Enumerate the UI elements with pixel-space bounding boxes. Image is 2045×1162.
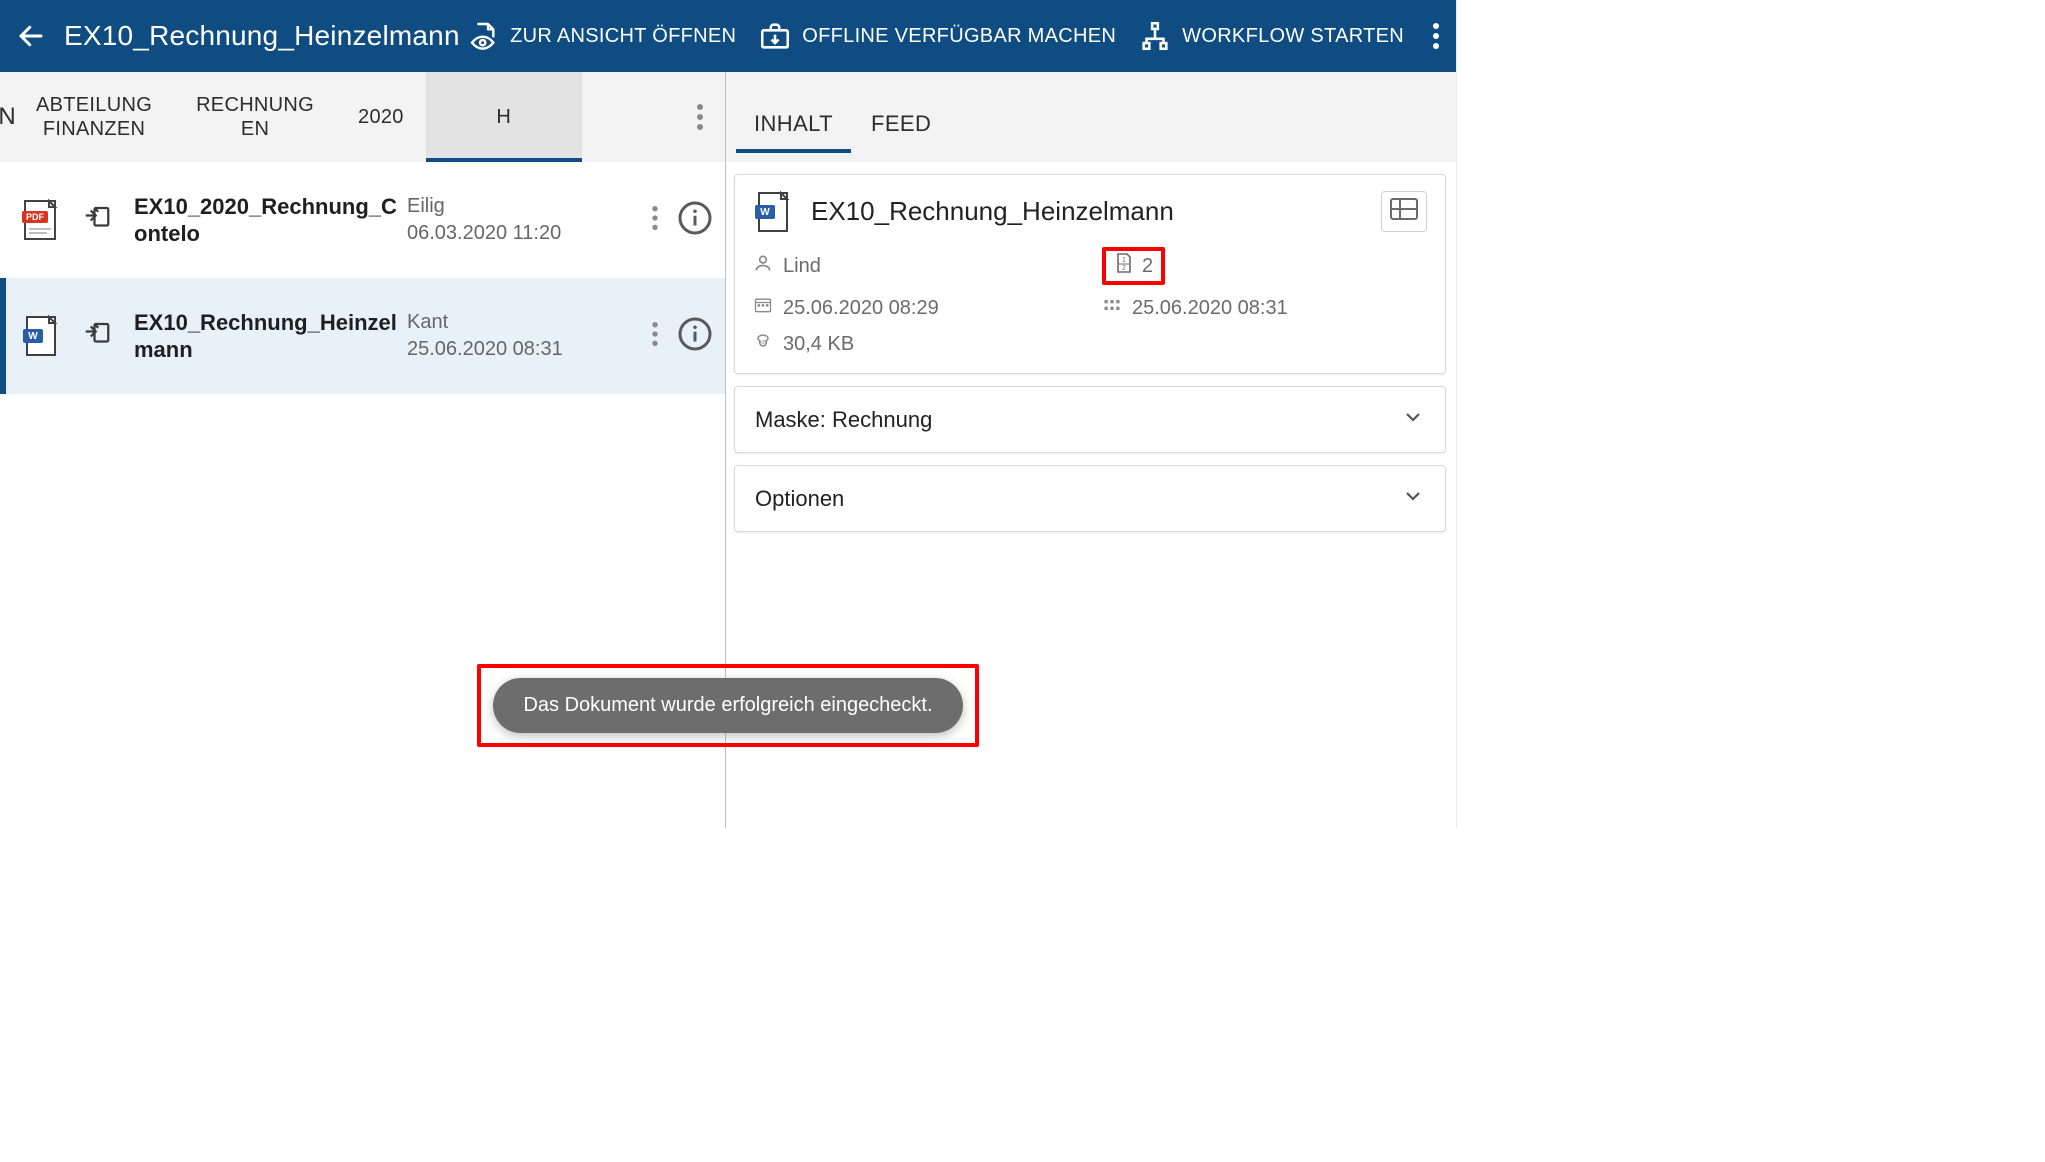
- detail-version-value: 2: [1142, 255, 1153, 278]
- detail-title: EX10_Rechnung_Heinzelmann: [811, 196, 1174, 227]
- breadcrumb-overflow-icon[interactable]: [675, 102, 725, 132]
- form-view-toggle-icon[interactable]: [1381, 191, 1427, 232]
- list-item[interactable]: W EX10_Rechnung_Heinzelmann Kant 25.06.2…: [0, 278, 725, 394]
- file-name: EX10_Rechnung_Heinzelmann: [134, 309, 399, 364]
- open-in-icon: [82, 203, 116, 238]
- breadcrumb-item-h[interactable]: H: [426, 72, 582, 162]
- breadcrumb-item-abteilung-finanzen[interactable]: ABTEILUNG FINANZEN: [14, 72, 174, 162]
- row-overflow-icon[interactable]: [651, 320, 659, 353]
- detail-modified: 25.06.2020 08:31: [1102, 295, 1427, 321]
- breadcrumb-bar: N ABTEILUNG FINANZEN RECHNUNG EN 2020 H: [0, 72, 725, 162]
- chevron-down-icon: [1401, 405, 1425, 434]
- detail-version: 12 2: [1102, 247, 1427, 285]
- version-icon: 12: [1114, 253, 1134, 279]
- app-root: EX10_Rechnung_Heinzelmann ZUR ANSICHT ÖF…: [0, 0, 1457, 828]
- size-icon: KB: [753, 331, 773, 357]
- accordion-label: Maske: Rechnung: [755, 407, 932, 433]
- overflow-menu-icon[interactable]: [1432, 21, 1440, 51]
- file-user: Eilig: [407, 193, 587, 220]
- file-list: PDF EX10_2020_Rechnung_Contelo Eilig 06.…: [0, 162, 725, 394]
- svg-text:2: 2: [1122, 265, 1126, 272]
- tab-feed[interactable]: FEED: [865, 81, 937, 153]
- svg-text:PDF: PDF: [26, 212, 45, 222]
- svg-text:1: 1: [1122, 257, 1126, 264]
- breadcrumb-item-2020[interactable]: 2020: [336, 72, 426, 162]
- detail-tabs: INHALT FEED: [726, 72, 1456, 162]
- open-in-icon: [82, 319, 116, 354]
- user-icon: [753, 253, 773, 279]
- app-topbar: EX10_Rechnung_Heinzelmann ZUR ANSICHT ÖF…: [0, 0, 1456, 72]
- list-item[interactable]: PDF EX10_2020_Rechnung_Contelo Eilig 06.…: [0, 162, 725, 278]
- tab-inhalt[interactable]: INHALT: [748, 81, 839, 153]
- detail-created: 25.06.2020 08:29: [753, 295, 1078, 321]
- svg-text:W: W: [760, 207, 770, 218]
- breadcrumb-edge-left[interactable]: N: [0, 72, 14, 162]
- breadcrumb-label: 2020: [358, 106, 404, 129]
- version-highlight: 12 2: [1102, 247, 1165, 285]
- word-file-icon: W: [18, 313, 64, 359]
- detail-size: KB 30,4 KB: [753, 331, 1078, 357]
- topbar-left: EX10_Rechnung_Heinzelmann: [16, 20, 460, 52]
- row-overflow-icon[interactable]: [651, 204, 659, 237]
- tab-label: FEED: [871, 111, 931, 136]
- svg-text:KB: KB: [759, 340, 767, 346]
- file-user: Kant: [407, 309, 587, 336]
- detail-created-value: 25.06.2020 08:29: [783, 297, 939, 320]
- file-date: 06.03.2020 11:20: [407, 220, 587, 247]
- accordion-options[interactable]: Optionen: [734, 465, 1446, 532]
- offline-button[interactable]: OFFLINE VERFÜGBAR MACHEN: [758, 19, 1116, 53]
- details-card: W EX10_Rechnung_Heinzelmann Lind: [734, 174, 1446, 374]
- accordion-label: Optionen: [755, 486, 844, 512]
- detail-user: Lind: [753, 247, 1078, 285]
- pdf-file-icon: PDF: [18, 197, 64, 243]
- workflow-button[interactable]: WORKFLOW STARTEN: [1138, 19, 1404, 53]
- word-file-icon: W: [753, 189, 793, 233]
- breadcrumb-tabs: ABTEILUNG FINANZEN RECHNUNG EN 2020 H: [14, 72, 675, 162]
- breadcrumb-item-rechnungen[interactable]: RECHNUNG EN: [174, 72, 336, 162]
- document-eye-icon: [468, 20, 500, 52]
- detail-size-value: 30,4 KB: [783, 333, 854, 356]
- info-icon[interactable]: [677, 316, 713, 357]
- file-date: 25.06.2020 08:31: [407, 336, 587, 363]
- accordion-mask[interactable]: Maske: Rechnung: [734, 386, 1446, 453]
- topbar-actions: ZUR ANSICHT ÖFFNEN OFFLINE VERFÜGBAR MAC…: [468, 19, 1440, 53]
- detail-modified-value: 25.06.2020 08:31: [1132, 297, 1288, 320]
- workflow-label: WORKFLOW STARTEN: [1182, 25, 1404, 48]
- toast-message: Das Dokument wurde erfolgreich eingechec…: [493, 678, 962, 733]
- offline-label: OFFLINE VERFÜGBAR MACHEN: [802, 25, 1116, 48]
- tab-label: INHALT: [754, 111, 833, 136]
- file-name: EX10_2020_Rechnung_Contelo: [134, 193, 399, 248]
- breadcrumb-label: H: [496, 106, 511, 129]
- svg-text:W: W: [28, 331, 38, 342]
- back-arrow-icon[interactable]: [16, 21, 46, 51]
- open-view-label: ZUR ANSICHT ÖFFNEN: [510, 25, 736, 48]
- breadcrumb-label: ABTEILUNG FINANZEN: [36, 93, 152, 141]
- workflow-icon: [1138, 19, 1172, 53]
- created-date-icon: [753, 295, 773, 321]
- open-view-button[interactable]: ZUR ANSICHT ÖFFNEN: [468, 20, 736, 52]
- page-title: EX10_Rechnung_Heinzelmann: [64, 20, 460, 52]
- modified-date-icon: [1102, 295, 1122, 321]
- breadcrumb-label: RECHNUNG EN: [196, 93, 314, 141]
- info-icon[interactable]: [677, 200, 713, 241]
- detail-user-value: Lind: [783, 255, 821, 278]
- briefcase-download-icon: [758, 19, 792, 53]
- chevron-down-icon: [1401, 484, 1425, 513]
